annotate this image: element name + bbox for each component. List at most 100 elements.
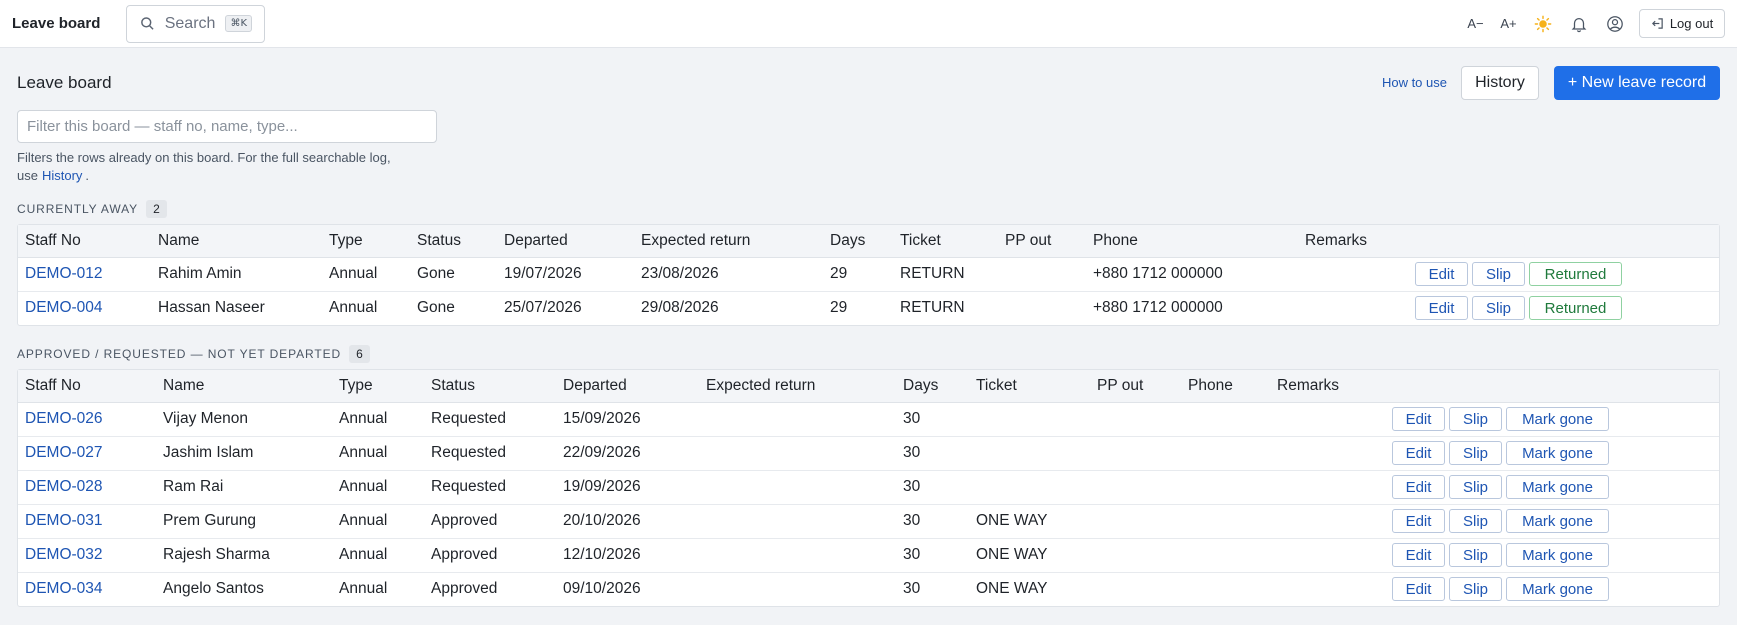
col-remarks[interactable]: Remarks <box>1298 225 1408 258</box>
cell-status: Approved <box>424 538 556 573</box>
cell-days: 30 <box>903 580 921 598</box>
mark-gone-button[interactable]: Mark gone <box>1506 475 1609 499</box>
col-days[interactable]: Days <box>896 370 969 403</box>
logout-button[interactable]: Log out <box>1639 9 1725 38</box>
search-icon <box>141 17 154 30</box>
app-brand[interactable]: Leave board <box>12 15 126 32</box>
cell-days: 30 <box>896 470 969 505</box>
cell-name: Jashim Islam <box>156 436 332 471</box>
staff-no-link[interactable]: DEMO-012 <box>25 265 103 282</box>
cell-type: Annual <box>332 470 424 505</box>
history-button[interactable]: History <box>1461 65 1539 100</box>
returned-button[interactable]: Returned <box>1529 262 1622 286</box>
cell-days: 29 <box>823 257 893 292</box>
edit-button[interactable]: Edit <box>1392 441 1445 465</box>
cell-departed: 12/10/2026 <box>556 538 699 573</box>
cell-type: Annual <box>332 436 424 471</box>
mark-gone-button[interactable]: Mark gone <box>1506 509 1609 533</box>
cell-expected-return <box>699 538 896 573</box>
staff-no-link[interactable]: DEMO-032 <box>25 546 103 563</box>
mark-gone-button[interactable]: Mark gone <box>1506 441 1609 465</box>
col-phone[interactable]: Phone <box>1086 225 1298 258</box>
slip-button[interactable]: Slip <box>1449 509 1502 533</box>
away-count-badge: 2 <box>146 200 167 218</box>
slip-button[interactable]: Slip <box>1472 296 1525 321</box>
col-expected-return[interactable]: Expected return <box>634 225 823 258</box>
cell-ticket <box>969 436 1090 471</box>
history-help-link[interactable]: History <box>42 168 82 183</box>
col-staff-no[interactable]: Staff No <box>18 225 151 258</box>
cell-expected-return <box>699 402 896 437</box>
staff-no-link[interactable]: DEMO-004 <box>25 299 103 316</box>
col-staff-no[interactable]: Staff No <box>18 370 156 403</box>
col-days[interactable]: Days <box>823 225 893 258</box>
mark-gone-button[interactable]: Mark gone <box>1506 543 1609 567</box>
font-decrease-button[interactable]: A− <box>1459 10 1492 38</box>
col-departed[interactable]: Departed <box>497 225 634 258</box>
pending-section-label: APPROVED / REQUESTED — NOT YET DEPARTED <box>17 347 342 361</box>
cell-pp-out <box>1090 402 1181 437</box>
cell-ticket <box>969 470 1090 505</box>
edit-button[interactable]: Edit <box>1392 407 1445 431</box>
slip-button[interactable]: Slip <box>1449 577 1502 602</box>
table-row: DEMO-026 Vijay Menon Annual Requested 15/09/… <box>18 402 1719 437</box>
col-status[interactable]: Status <box>410 225 497 258</box>
col-name[interactable]: Name <box>151 225 322 258</box>
account-button[interactable] <box>1597 10 1633 38</box>
slip-button[interactable]: Slip <box>1449 543 1502 567</box>
cell-departed: 09/10/2026 <box>563 580 641 598</box>
page-content: Leave board How to use History + New lea… <box>0 48 1737 607</box>
edit-button[interactable]: Edit <box>1415 296 1468 321</box>
edit-button[interactable]: Edit <box>1392 577 1445 602</box>
mark-gone-button[interactable]: Mark gone <box>1506 577 1609 602</box>
cell-expected-return: 29/08/2026 <box>641 299 719 317</box>
cell-phone: +880 1712 000000 <box>1086 257 1298 292</box>
edit-button[interactable]: Edit <box>1392 475 1445 499</box>
cell-departed: 15/09/2026 <box>556 402 699 437</box>
col-ticket[interactable]: Ticket <box>969 370 1090 403</box>
col-type[interactable]: Type <box>322 225 410 258</box>
col-pp-out[interactable]: PP out <box>998 225 1086 258</box>
returned-button[interactable]: Returned <box>1529 296 1622 321</box>
cell-name: Rajesh Sharma <box>156 538 332 573</box>
slip-button[interactable]: Slip <box>1472 262 1525 286</box>
col-expected-return[interactable]: Expected return <box>699 370 896 403</box>
slip-button[interactable]: Slip <box>1449 441 1502 465</box>
cell-name: Hassan Naseer <box>158 299 265 317</box>
table-row: DEMO-032 Rajesh Sharma Annual Approved 12/10… <box>18 538 1719 573</box>
col-status[interactable]: Status <box>424 370 556 403</box>
edit-button[interactable]: Edit <box>1392 509 1445 533</box>
font-increase-button[interactable]: A+ <box>1492 10 1525 38</box>
col-name[interactable]: Name <box>156 370 332 403</box>
cell-phone <box>1181 402 1270 437</box>
staff-no-link[interactable]: DEMO-028 <box>25 478 103 495</box>
col-remarks[interactable]: Remarks <box>1270 370 1385 403</box>
notifications-button[interactable] <box>1561 10 1597 38</box>
edit-button[interactable]: Edit <box>1415 262 1468 286</box>
slip-button[interactable]: Slip <box>1449 407 1502 431</box>
table-row: DEMO-004 Hassan Naseer Annual Gone 25/07… <box>18 291 1719 325</box>
col-phone[interactable]: Phone <box>1181 370 1270 403</box>
board-filter-input[interactable] <box>17 110 437 143</box>
slip-button[interactable]: Slip <box>1449 475 1502 499</box>
table-row: DEMO-012 Rahim Amin Annual Gone 19/07/20… <box>18 257 1719 292</box>
new-leave-record-button[interactable]: + New leave record <box>1554 65 1720 100</box>
search-button[interactable]: Search ⌘K <box>126 4 265 43</box>
mark-gone-button[interactable]: Mark gone <box>1506 407 1609 431</box>
cell-status: Approved <box>431 580 498 598</box>
staff-no-link[interactable]: DEMO-026 <box>25 410 103 427</box>
staff-no-link[interactable]: DEMO-031 <box>25 512 103 529</box>
away-header-row: Staff No Name Type Status Departed Expec… <box>18 225 1719 258</box>
theme-toggle-button[interactable] <box>1525 10 1561 38</box>
how-to-use-link[interactable]: How to use <box>1382 75 1447 90</box>
col-departed[interactable]: Departed <box>556 370 699 403</box>
col-type[interactable]: Type <box>332 370 424 403</box>
cell-status: Approved <box>424 504 556 539</box>
col-ticket[interactable]: Ticket <box>893 225 998 258</box>
cell-type: Annual <box>339 580 388 598</box>
col-pp-out[interactable]: PP out <box>1090 370 1181 403</box>
cell-departed: 22/09/2026 <box>556 436 699 471</box>
edit-button[interactable]: Edit <box>1392 543 1445 567</box>
staff-no-link[interactable]: DEMO-034 <box>25 580 103 597</box>
staff-no-link[interactable]: DEMO-027 <box>25 444 103 461</box>
